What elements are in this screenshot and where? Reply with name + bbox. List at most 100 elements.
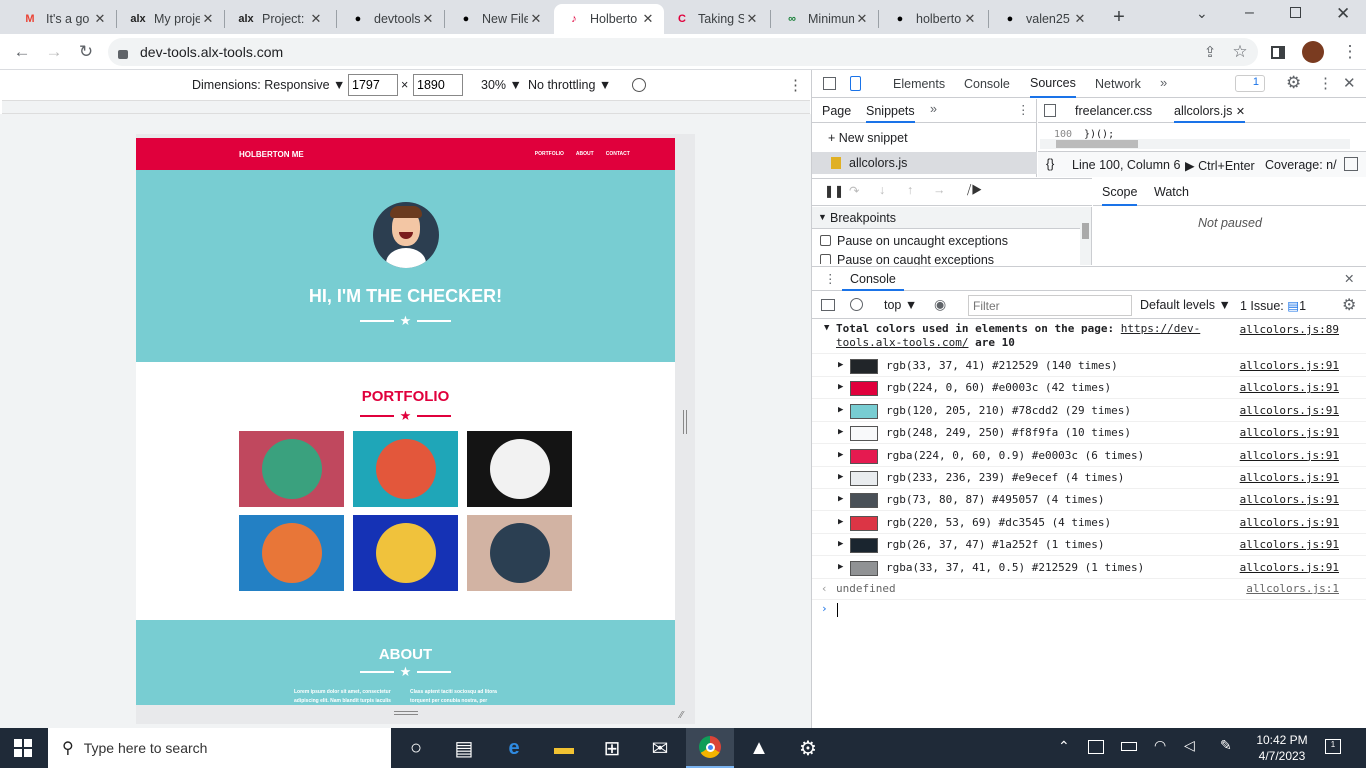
context-selector[interactable]: top ▼ (884, 298, 917, 312)
color-source-link[interactable]: allcolors.js:91 (1240, 516, 1339, 529)
side-panel-icon[interactable] (1271, 46, 1285, 59)
expand-arrow-icon[interactable]: ▶ (838, 427, 843, 437)
portfolio-tile[interactable] (467, 515, 572, 591)
color-log-row[interactable]: ▶ rgb(224, 0, 60) #e0003c (42 times) allco… (812, 377, 1366, 400)
edge-icon[interactable]: e (490, 728, 538, 768)
run-snippet-button[interactable]: ▶ Ctrl+Enter (1185, 158, 1255, 173)
expand-arrow-icon[interactable]: ▶ (838, 450, 843, 460)
console-prompt[interactable]: › (812, 600, 1366, 622)
color-log-row[interactable]: ▶ rgb(233, 236, 239) #e9ecef (4 times) all… (812, 467, 1366, 489)
step-over-icon[interactable]: ↷ (849, 183, 859, 198)
color-log-row[interactable]: ▶ rgba(224, 0, 60, 0.9) #e0003c (6 times)… (812, 445, 1366, 467)
browser-tab[interactable]: ● devtools ✕ (338, 4, 444, 34)
nav-portfolio[interactable]: PORTFOLIO (535, 151, 564, 157)
toggle-navigator-icon[interactable] (1044, 104, 1056, 117)
color-source-link[interactable]: allcolors.js:91 (1240, 404, 1339, 417)
file-explorer-icon[interactable]: ▬ (540, 728, 588, 768)
zoom-dropdown[interactable]: 30% ▼ (481, 78, 522, 92)
address-bar[interactable]: dev-tools.alx-tools.com (108, 38, 1258, 66)
issues-button[interactable]: 1 Issue: ▤1 (1240, 298, 1306, 313)
settings-gear-icon[interactable]: ⚙ (1286, 73, 1301, 93)
close-tab-icon[interactable]: ✕ (640, 11, 656, 27)
browser-tab[interactable]: alx My proje ✕ (118, 4, 224, 34)
close-drawer-icon[interactable]: ✕ (1344, 271, 1354, 286)
nav-contact[interactable]: CONTACT (606, 151, 630, 157)
browser-tab[interactable]: ♪ Holberto ✕ (554, 4, 664, 34)
portfolio-tile[interactable] (239, 515, 344, 591)
task-view-icon[interactable]: ▤ (440, 728, 488, 768)
forward-arrow-icon[interactable]: → (42, 40, 66, 64)
portfolio-tile[interactable] (353, 515, 458, 591)
store-icon[interactable]: ⊞ (588, 728, 636, 768)
console-summary-row[interactable]: ▼ Total colors used in elements on the p… (812, 320, 1366, 354)
more-tabs-icon[interactable]: » (1160, 75, 1167, 90)
expand-arrow-icon[interactable]: ▶ (838, 517, 843, 527)
drawer-menu-icon[interactable]: ⋮ (824, 271, 837, 286)
color-log-row[interactable]: ▶ rgba(33, 37, 41, 0.5) #212529 (1 times)… (812, 557, 1366, 579)
share-icon[interactable]: ⇪ (1198, 40, 1222, 64)
taskbar-search-box[interactable]: ⚲ Type here to search (48, 728, 391, 768)
drawer-tab-console[interactable]: Console (842, 267, 904, 291)
tab-network[interactable]: Network (1095, 70, 1141, 98)
color-log-row[interactable]: ▶ rgb(220, 53, 69) #dc3545 (4 times) allco… (812, 512, 1366, 534)
color-log-row[interactable]: ▶ rgb(120, 205, 210) #78cdd2 (29 times) al… (812, 400, 1366, 422)
step-icon[interactable]: → (933, 183, 946, 197)
close-tab-icon[interactable]: ✕ (1072, 11, 1088, 27)
step-out-icon[interactable]: ↑ (907, 183, 913, 197)
editor-scrollbar[interactable] (1040, 139, 1350, 149)
inspect-element-icon[interactable] (823, 77, 836, 90)
notification-center-icon[interactable]: 1 (1325, 739, 1341, 754)
expand-arrow-icon[interactable]: ▶ (838, 562, 843, 572)
new-snippet-button[interactable]: + New snippet (828, 131, 908, 145)
tab-sources[interactable]: Sources (1030, 70, 1076, 98)
editor-tab-allcolors[interactable]: allcolors.js ✕ (1174, 99, 1246, 123)
battery-icon[interactable] (1121, 742, 1137, 751)
new-tab-button[interactable]: + (1108, 6, 1130, 28)
close-tab-icon[interactable]: ✕ (854, 11, 870, 27)
devtools-menu-icon[interactable]: ⋮ (1318, 74, 1333, 92)
portfolio-tile[interactable] (353, 431, 458, 507)
volume-icon[interactable]: ◁ (1184, 737, 1195, 754)
vertical-resize-handle[interactable] (683, 410, 687, 434)
viewport-height-input[interactable] (413, 74, 463, 96)
chrome-icon[interactable] (686, 728, 734, 768)
close-tab-icon[interactable]: ✕ (92, 11, 108, 27)
settings-icon[interactable]: ⚙ (784, 728, 832, 768)
restore-window-button[interactable] (1290, 7, 1301, 18)
chrome-menu-icon[interactable]: ⋮ (1338, 40, 1362, 64)
portfolio-tile[interactable] (239, 431, 344, 507)
mail-icon[interactable]: ✉ (636, 728, 684, 768)
media-query-ruler[interactable] (2, 100, 810, 114)
tab-elements[interactable]: Elements (893, 70, 945, 98)
bookmark-star-icon[interactable]: ☆ (1228, 40, 1252, 64)
nav-about[interactable]: ABOUT (576, 151, 594, 157)
clock[interactable]: 10:42 PM 4/7/2023 (1250, 732, 1314, 764)
console-settings-icon[interactable]: ⚙ (1342, 295, 1356, 315)
summary-source-link[interactable]: allcolors.js:89 (1240, 323, 1339, 336)
viewport-width-input[interactable] (348, 74, 398, 96)
more-nav-icon[interactable]: » (930, 102, 937, 116)
step-into-icon[interactable]: ↓ (879, 183, 885, 197)
rotate-icon[interactable] (632, 78, 646, 92)
minimize-window-button[interactable]: – (1245, 4, 1254, 22)
pen-icon[interactable]: ✎ (1220, 737, 1232, 754)
nav-tab-snippets[interactable]: Snippets (866, 104, 915, 123)
browser-tab[interactable]: C Taking S ✕ (662, 4, 768, 34)
expand-arrow-icon[interactable]: ▶ (838, 539, 843, 549)
close-tab-icon[interactable]: ✕ (744, 11, 760, 27)
browser-tab[interactable]: ● valen25 ✕ (990, 4, 1096, 34)
deactivate-breakpoints-icon[interactable]: ⧸▶ (967, 183, 982, 198)
tab-search-chevron-icon[interactable]: ⌄ (1196, 5, 1208, 22)
color-source-link[interactable]: allcolors.js:91 (1240, 561, 1339, 574)
close-tab-icon[interactable]: ✕ (308, 11, 324, 27)
back-arrow-icon[interactable]: ← (10, 40, 34, 64)
browser-tab[interactable]: M It's a go ✕ (10, 4, 116, 34)
console-filter-input[interactable] (968, 295, 1132, 316)
expand-arrow-icon[interactable]: ▶ (838, 382, 843, 392)
close-tab-icon[interactable]: ✕ (962, 11, 978, 27)
color-source-link[interactable]: allcolors.js:91 (1240, 538, 1339, 551)
color-source-link[interactable]: allcolors.js:91 (1240, 493, 1339, 506)
close-window-button[interactable]: ✕ (1336, 4, 1350, 24)
expand-arrow-icon[interactable]: ▶ (838, 360, 843, 370)
tray-app-icon[interactable] (1088, 740, 1104, 754)
